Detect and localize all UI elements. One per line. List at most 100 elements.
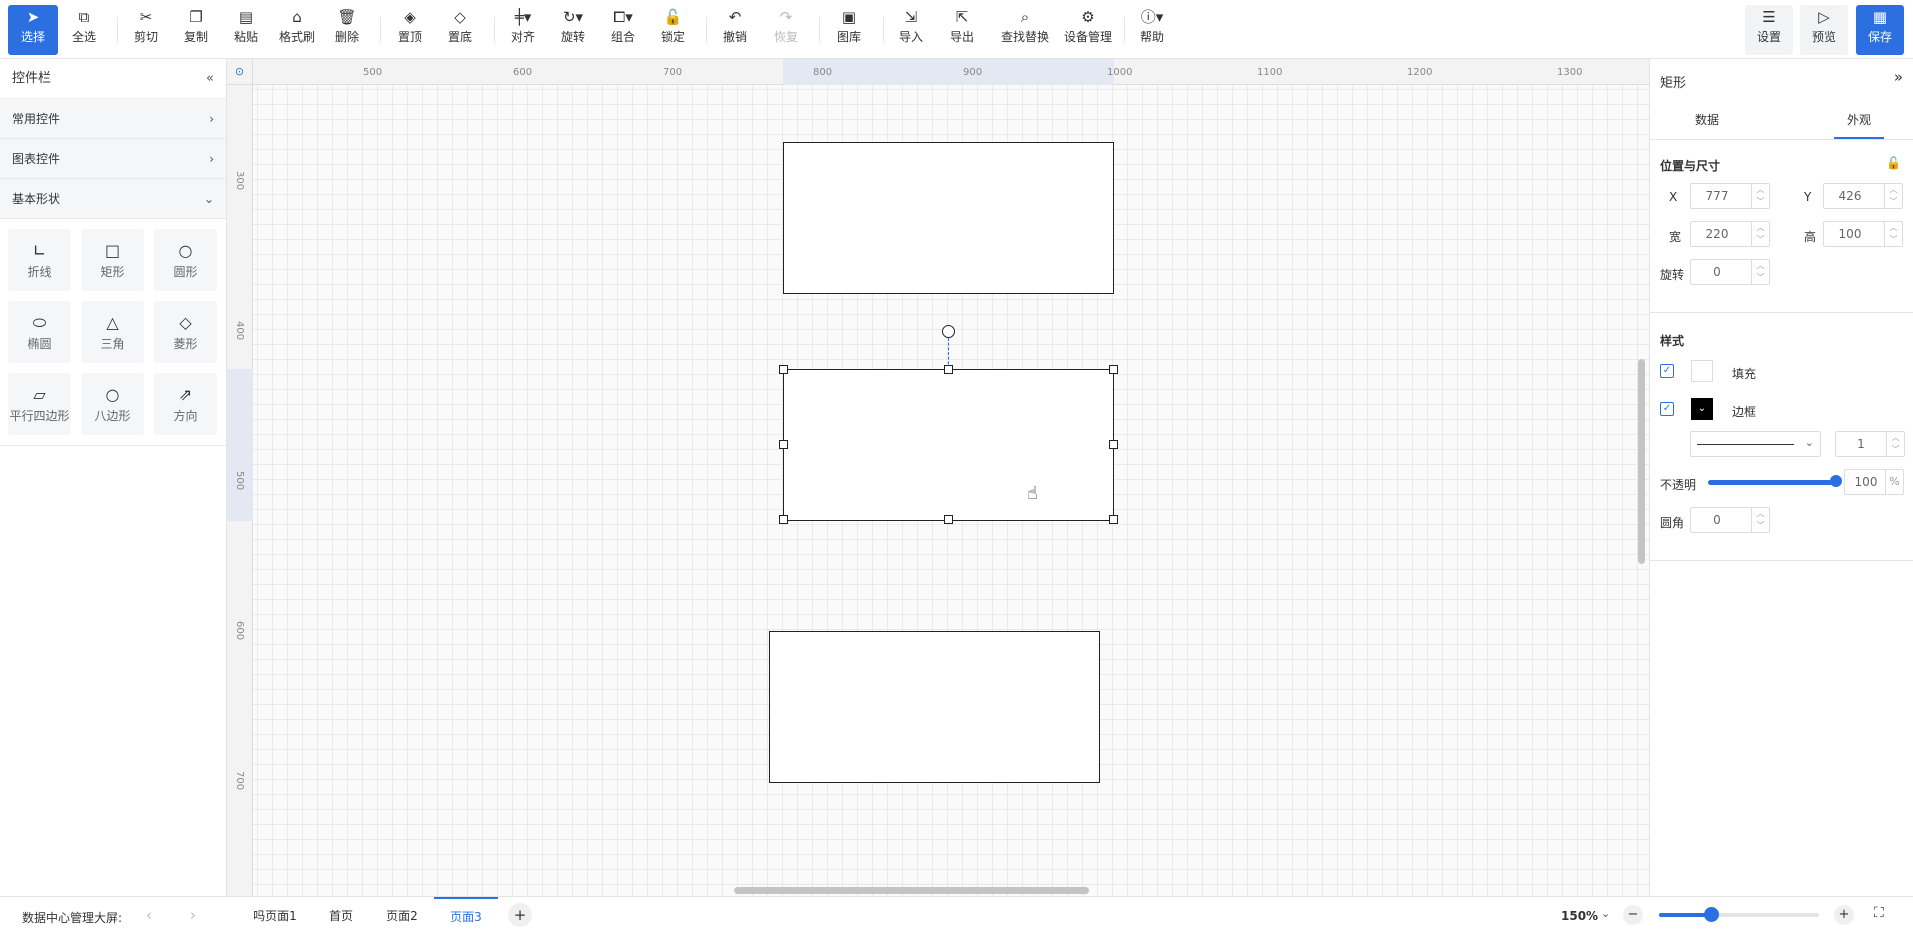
chevron-right-icon[interactable]: › xyxy=(190,906,196,924)
shape-polyline[interactable]: ∟ 折线 xyxy=(8,229,71,291)
select-button[interactable]: ➤ 选择 xyxy=(8,5,58,55)
lock-icon: 🔓 xyxy=(663,8,683,26)
width-label: 宽 xyxy=(1669,230,1682,244)
canvas[interactable]: ☝ xyxy=(227,59,1649,896)
ruler-corner[interactable]: ⊙ xyxy=(227,59,253,85)
border-checkbox[interactable]: ✓ xyxy=(1660,402,1674,416)
width-input[interactable]: 220 ︿ ﹀ xyxy=(1690,221,1770,247)
octagon-icon: ○ xyxy=(105,385,120,404)
horizontal-scrollbar[interactable] xyxy=(734,887,1089,894)
shape-triangle[interactable]: △ 三角 xyxy=(81,301,144,363)
settings-button[interactable]: ☰ 设置 xyxy=(1745,5,1793,55)
radius-input[interactable]: 0 ︿ ﹀ xyxy=(1690,507,1770,533)
fullscreen-icon[interactable]: ⛶ xyxy=(1874,905,1884,921)
save-button[interactable]: ▦ 保存 xyxy=(1856,5,1904,55)
category-chart[interactable]: 图表控件 › xyxy=(0,139,226,179)
search-replace-button[interactable]: ⌕ 查找替换 xyxy=(996,5,1054,55)
resize-handle-sw[interactable] xyxy=(779,515,788,524)
scissors-icon: ✂ xyxy=(139,8,153,26)
send-back-button[interactable]: ◇ 置底 xyxy=(440,5,480,55)
border-width-input[interactable]: 1 ︿ ﹀ xyxy=(1835,431,1905,457)
opacity-input[interactable]: 100% xyxy=(1844,469,1904,495)
radius-label: 圆角 xyxy=(1660,516,1685,530)
rectangle-shape[interactable] xyxy=(769,631,1100,783)
chevron-right-icon: › xyxy=(209,152,214,166)
fill-checkbox[interactable]: ✓ xyxy=(1660,364,1674,378)
rotate-button[interactable]: ↻▾ 旋转 xyxy=(553,5,593,55)
page-tab[interactable]: 吗页面1 xyxy=(242,897,308,935)
zoom-level[interactable]: 150% xyxy=(1561,909,1598,923)
ruler-highlight xyxy=(227,369,253,521)
vertical-scrollbar[interactable] xyxy=(1638,359,1645,564)
opacity-slider[interactable] xyxy=(1708,480,1835,485)
zoom-in-icon[interactable]: + xyxy=(1834,905,1854,925)
height-input[interactable]: 100 ︿ ﹀ xyxy=(1823,221,1903,247)
zoom-out-icon[interactable]: − xyxy=(1623,905,1643,925)
triangle-icon: △ xyxy=(106,313,119,332)
tab-appearance[interactable]: 外观 xyxy=(1847,111,1871,128)
rotate-input[interactable]: 0 ︿ ﹀ xyxy=(1690,259,1770,285)
collapse-icon[interactable]: « xyxy=(206,59,214,99)
rotate-handle[interactable] xyxy=(942,325,955,338)
select-all-button[interactable]: ⧉ 全选 xyxy=(64,5,104,55)
page-tab-active[interactable]: 页面3 xyxy=(434,897,498,935)
shape-parallelogram[interactable]: ▱ 平行四边形 xyxy=(8,373,71,435)
resize-handle-w[interactable] xyxy=(779,440,788,449)
shape-diamond[interactable]: ◇ 菱形 xyxy=(154,301,217,363)
resize-handle-nw[interactable] xyxy=(779,365,788,374)
format-brush-button[interactable]: ⌂ 格式刷 xyxy=(276,5,318,55)
device-manage-button[interactable]: ⚙ 设备管理 xyxy=(1060,5,1116,55)
category-common[interactable]: 常用控件 › xyxy=(0,99,226,139)
resize-handle-e[interactable] xyxy=(1109,440,1118,449)
paste-button[interactable]: ▤ 粘贴 xyxy=(226,5,266,55)
bring-front-button[interactable]: ◈ 置顶 xyxy=(390,5,430,55)
help-icon: ⓘ▾ xyxy=(1140,8,1164,26)
shape-rectangle[interactable]: □ 矩形 xyxy=(81,229,144,291)
cut-button[interactable]: ✂ 剪切 xyxy=(126,5,166,55)
fill-color-swatch[interactable] xyxy=(1691,360,1713,382)
delete-button[interactable]: 🗑 删除 xyxy=(327,5,367,55)
opacity-slider-thumb[interactable] xyxy=(1830,475,1842,487)
group-button[interactable]: ⧠▾ 组合 xyxy=(603,5,643,55)
help-button[interactable]: ⓘ▾ 帮助 xyxy=(1132,5,1172,55)
add-page-icon[interactable]: + xyxy=(508,903,532,927)
redo-button[interactable]: ↷ 恢复 xyxy=(766,5,806,55)
project-name: 数据中心管理大屏: xyxy=(22,911,123,925)
resize-handle-s[interactable] xyxy=(944,515,953,524)
resize-handle-se[interactable] xyxy=(1109,515,1118,524)
page-tab[interactable]: 页面2 xyxy=(374,897,430,935)
chevron-down-icon[interactable]: ⌄ xyxy=(1601,907,1610,920)
sliders-icon: ☰ xyxy=(1762,8,1776,26)
category-basic-shapes[interactable]: 基本形状 ⌄ xyxy=(0,179,226,219)
copy-button[interactable]: ❐ 复制 xyxy=(176,5,216,55)
resize-handle-ne[interactable] xyxy=(1109,365,1118,374)
shape-circle[interactable]: ○ 圆形 xyxy=(154,229,217,291)
play-icon: ▷ xyxy=(1818,8,1830,26)
border-color-swatch[interactable]: ⌄ xyxy=(1691,398,1713,420)
y-input[interactable]: 426 ︿ ﹀ xyxy=(1823,183,1903,209)
shape-direction[interactable]: ⇗ 方向 xyxy=(154,373,217,435)
x-input[interactable]: 777 ︿ ﹀ xyxy=(1690,183,1770,209)
align-button[interactable]: ╪▾ 对齐 xyxy=(503,5,543,55)
preview-button[interactable]: ▷ 预览 xyxy=(1800,5,1848,55)
rectangle-shape[interactable] xyxy=(783,142,1114,294)
ruler-tick-label: 600 xyxy=(234,621,245,641)
lock-ratio-icon[interactable]: 🔓 xyxy=(1886,156,1901,170)
chevron-left-icon[interactable]: ‹ xyxy=(146,906,152,924)
selected-rectangle-shape[interactable] xyxy=(783,369,1114,521)
device-manage-icon: ⚙ xyxy=(1081,8,1095,26)
zoom-slider-thumb[interactable] xyxy=(1704,907,1719,922)
lock-button[interactable]: 🔓 锁定 xyxy=(653,5,693,55)
border-style-select[interactable]: ⌄ xyxy=(1690,431,1821,457)
export-button[interactable]: ⇱ 导出 xyxy=(942,5,982,55)
image-library-button[interactable]: ▣ 图库 xyxy=(828,5,870,55)
expand-icon[interactable]: » xyxy=(1894,68,1903,86)
import-button[interactable]: ⇲ 导入 xyxy=(891,5,931,55)
shape-octagon[interactable]: ○ 八边形 xyxy=(81,373,144,435)
resize-handle-n[interactable] xyxy=(944,365,953,374)
stepper-icon: ︿ ﹀ xyxy=(1884,222,1902,246)
shape-ellipse[interactable]: ⬭ 椭圆 xyxy=(8,301,71,363)
undo-button[interactable]: ↶ 撤销 xyxy=(715,5,755,55)
page-tab[interactable]: 首页 xyxy=(313,897,369,935)
tab-data[interactable]: 数据 xyxy=(1695,111,1719,128)
